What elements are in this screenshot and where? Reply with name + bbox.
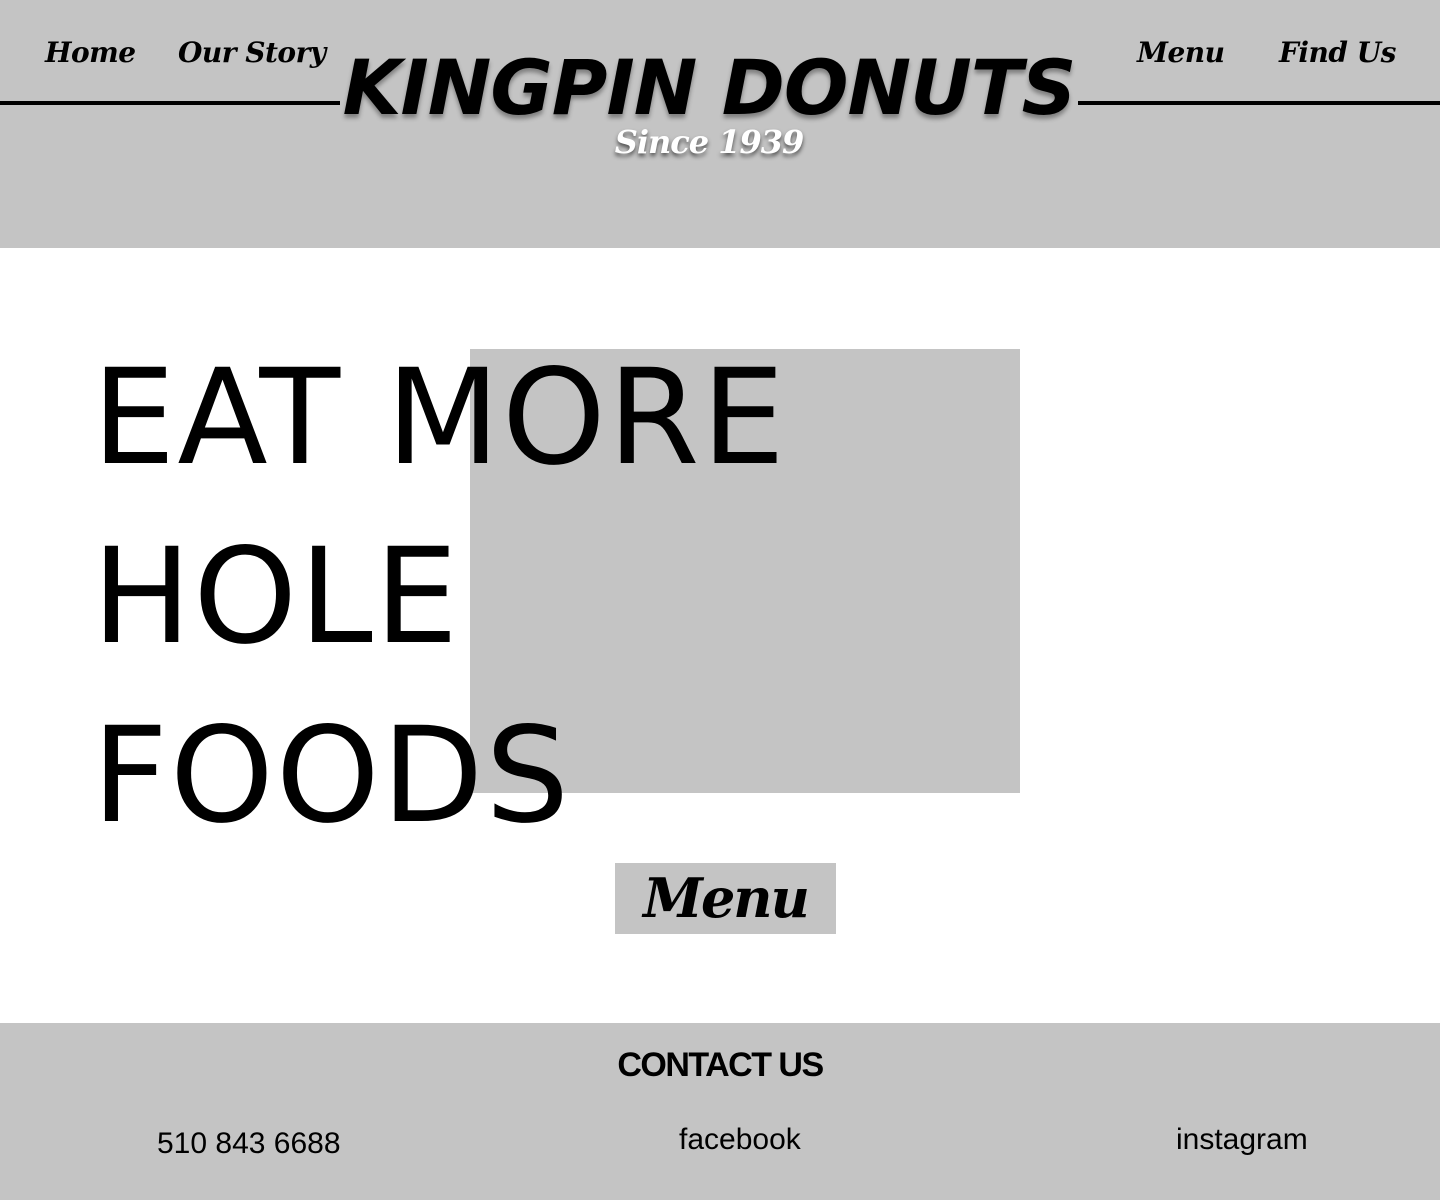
nav-find-us-link[interactable]: Find Us	[1279, 36, 1396, 69]
instagram-link[interactable]: instagram	[1176, 1123, 1308, 1157]
hero-headline-line-1: EAT MORE	[92, 341, 787, 495]
header-divider-left	[0, 101, 340, 105]
site-header: Home Our Story KINGPIN DONUTS Since 1939…	[0, 0, 1440, 248]
contact-phone: 510 843 6688	[157, 1127, 341, 1160]
contact-us-heading: CONTACT US	[617, 1046, 824, 1084]
nav-our-story-link[interactable]: Our Story	[178, 36, 326, 69]
facebook-link[interactable]: facebook	[679, 1123, 801, 1157]
hero-headline-line-3: FOODS	[92, 699, 572, 853]
site-footer: CONTACT US 510 843 6688 facebook instagr…	[0, 1023, 1440, 1200]
nav-home-link[interactable]: Home	[45, 36, 136, 69]
hero-headline-line-2: HOLE	[92, 520, 461, 674]
header-divider-right	[1078, 101, 1440, 105]
nav-menu-link[interactable]: Menu	[1137, 36, 1225, 69]
menu-button[interactable]: Menu	[615, 863, 836, 934]
brand-subtitle: Since 1939	[614, 123, 805, 161]
